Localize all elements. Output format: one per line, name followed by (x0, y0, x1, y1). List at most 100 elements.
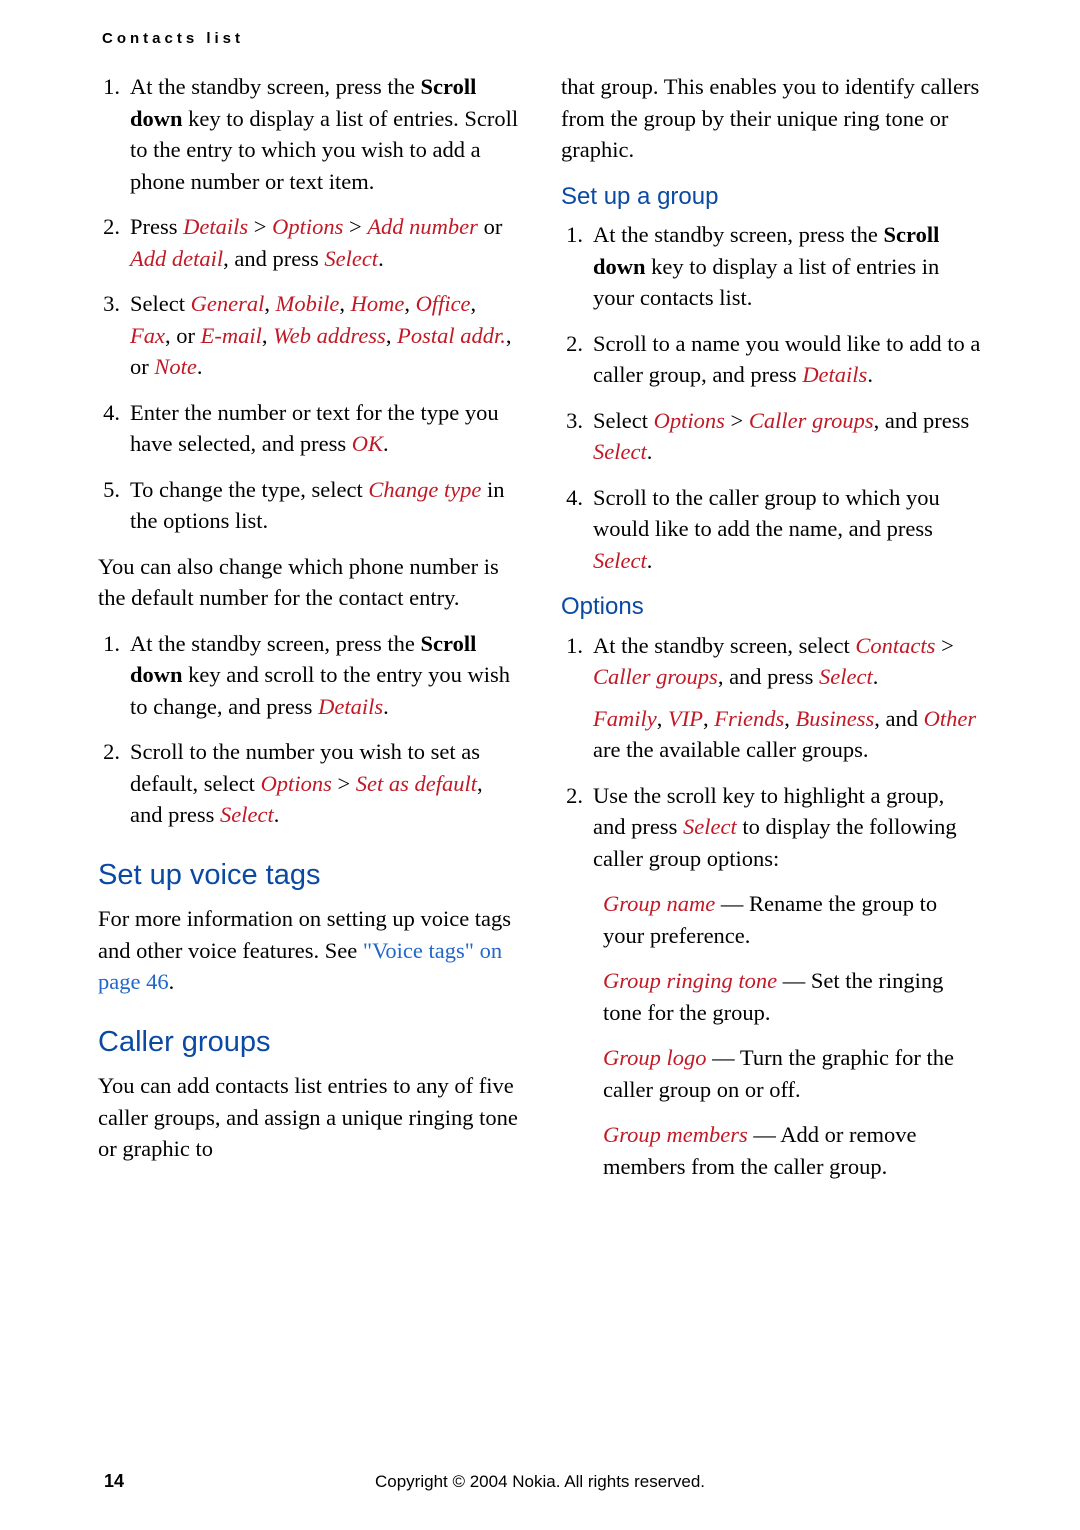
command-text: Family (593, 706, 657, 731)
text: , (703, 706, 714, 731)
text: At the standby screen, press the (593, 222, 884, 247)
text: . (197, 354, 203, 379)
text: Select (593, 408, 654, 433)
list-item: 1. At the standby screen, press the Scro… (561, 219, 982, 314)
command-text: Contacts (855, 633, 935, 658)
command-text: Note (154, 354, 197, 379)
option-block: Group name — Rename the group to your pr… (561, 888, 982, 951)
list-body: Select Options > Caller groups, and pres… (593, 405, 982, 468)
section-caller-groups: Caller groups (98, 1022, 519, 1063)
text: key to display a list of entries in your… (593, 254, 939, 311)
text: Scroll to the caller group to which you … (593, 485, 940, 542)
paragraph: that group. This enables you to identify… (561, 71, 982, 166)
list-body: To change the type, select Change type i… (130, 474, 519, 537)
text: , (262, 323, 273, 348)
page-header: Contacts list (98, 30, 982, 47)
text: , (657, 706, 668, 731)
command-text: Other (924, 706, 977, 731)
command-text: Details (183, 214, 248, 239)
text: , (404, 291, 415, 316)
text: . (647, 548, 653, 573)
list-number: 3. (98, 288, 130, 383)
list-body: At the standby screen, press the Scroll … (130, 71, 519, 197)
list-item: 1. At the standby screen, press the Scro… (98, 71, 519, 197)
text: , and (874, 706, 923, 731)
option-block: Group members — Add or remove members fr… (561, 1119, 982, 1182)
list-number: 2. (561, 328, 593, 391)
command-text: Add detail (130, 246, 223, 271)
command-text: Select (324, 246, 378, 271)
text: , (471, 291, 477, 316)
list-number: 1. (561, 219, 593, 314)
text: . (274, 802, 280, 827)
text: or (478, 214, 502, 239)
list-number: 5. (98, 474, 130, 537)
command-text: Postal addr. (397, 323, 506, 348)
content-columns: 1. At the standby screen, press the Scro… (98, 71, 982, 1196)
list-body: Scroll to a name you would like to add t… (593, 328, 982, 391)
text: , (339, 291, 350, 316)
command-text: VIP (668, 706, 703, 731)
list-item: 2. Scroll to a name you would like to ad… (561, 328, 982, 391)
list-number: 1. (561, 630, 593, 766)
list-body: At the standby screen, press the Scroll … (593, 219, 982, 314)
command-text: Options (654, 408, 725, 433)
list-item: 5. To change the type, select Change typ… (98, 474, 519, 537)
text: . (873, 664, 879, 689)
command-text: Select (593, 548, 647, 573)
text: > (935, 633, 953, 658)
list-item: 4. Enter the number or text for the type… (98, 397, 519, 460)
text: . (169, 969, 175, 994)
text: , and press (223, 246, 324, 271)
command-text: Select (593, 439, 647, 464)
command-text: Mobile (276, 291, 340, 316)
copyright-text: Copyright © 2004 Nokia. All rights reser… (375, 1472, 705, 1492)
command-text: Options (261, 771, 332, 796)
list-b: 1. At the standby screen, press the Scro… (98, 628, 519, 831)
list-body: Press Details > Options > Add number or … (130, 211, 519, 274)
list-number: 3. (561, 405, 593, 468)
command-text: OK (352, 431, 383, 456)
command-text: Add number (367, 214, 478, 239)
list-item: 3. Select Options > Caller groups, and p… (561, 405, 982, 468)
command-text: Details (802, 362, 867, 387)
command-text: Select (819, 664, 873, 689)
list-number: 4. (561, 482, 593, 577)
text: , or (165, 323, 201, 348)
text: , (386, 323, 397, 348)
list-item: 2. Press Details > Options > Add number … (98, 211, 519, 274)
text: To change the type, select (130, 477, 368, 502)
option-block: Group ringing tone — Set the ringing ton… (561, 965, 982, 1028)
command-text: Group name (603, 891, 715, 916)
list-number: 4. (98, 397, 130, 460)
command-text: Fax (130, 323, 165, 348)
list-item: 4. Scroll to the caller group to which y… (561, 482, 982, 577)
command-text: Options (272, 214, 343, 239)
command-text: Office (416, 291, 471, 316)
command-text: Select (683, 814, 737, 839)
text: Enter the number or text for the type yo… (130, 400, 499, 457)
command-text: General (191, 291, 265, 316)
text: > (725, 408, 749, 433)
text: , and press (718, 664, 819, 689)
text: Press (130, 214, 183, 239)
list-number: 2. (98, 211, 130, 274)
text: At the standby screen, press the (130, 631, 421, 656)
list-body: Use the scroll key to highlight a group,… (593, 780, 982, 875)
list-body: At the standby screen, select Contacts >… (593, 630, 982, 766)
text: At the standby screen, select (593, 633, 855, 658)
command-text: Business (795, 706, 874, 731)
text: Scroll to a name you would like to add t… (593, 331, 980, 388)
command-text: Caller groups (749, 408, 874, 433)
command-text: Friends (714, 706, 784, 731)
list-a: 1. At the standby screen, press the Scro… (98, 71, 519, 537)
list-number: 2. (561, 780, 593, 875)
page-number: 14 (104, 1471, 124, 1492)
command-text: E-mail (201, 323, 262, 348)
list-item: 1. At the standby screen, press the Scro… (98, 628, 519, 723)
text: are the available caller groups. (593, 737, 868, 762)
command-text: Group members (603, 1122, 748, 1147)
list-item: 3. Select General, Mobile, Home, Office,… (98, 288, 519, 383)
right-column: that group. This enables you to identify… (561, 71, 982, 1196)
list-body: Scroll to the caller group to which you … (593, 482, 982, 577)
